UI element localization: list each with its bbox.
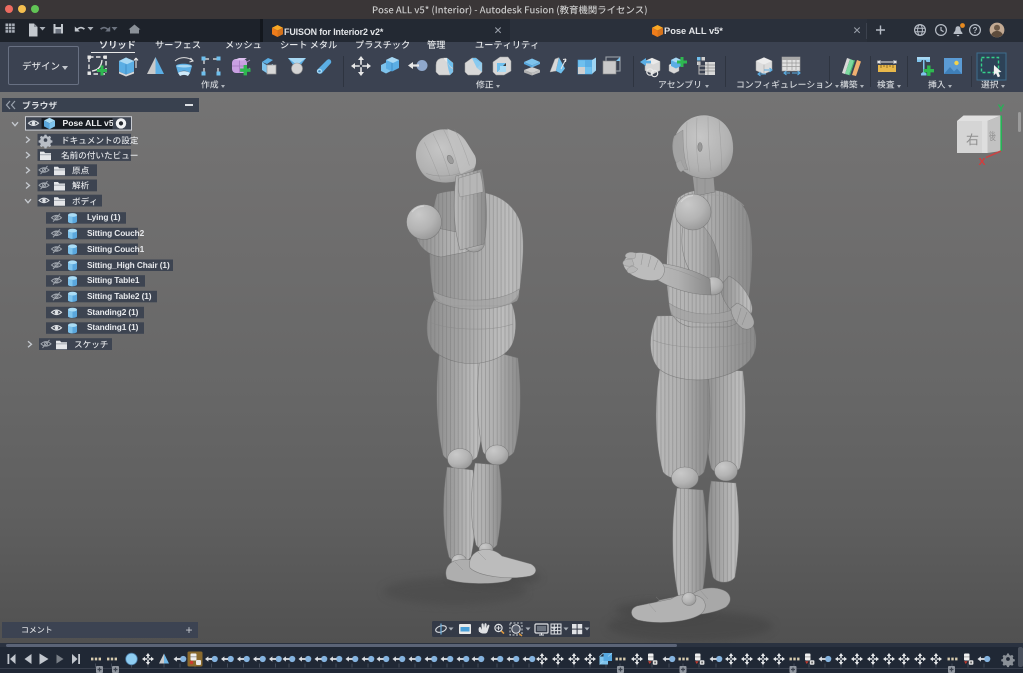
svg-text:X: X xyxy=(978,156,985,168)
svg-text:Y: Y xyxy=(997,103,1004,115)
